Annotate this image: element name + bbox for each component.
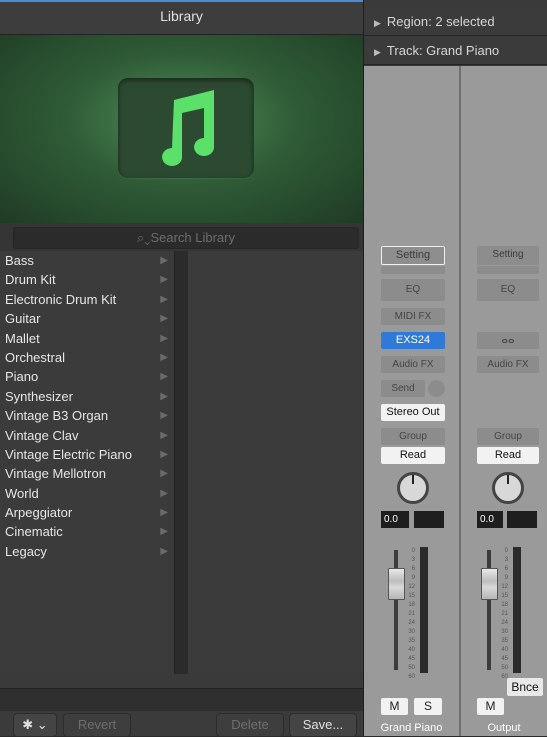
output-slot[interactable]: Stereo Out (381, 404, 445, 421)
level-meter (513, 547, 521, 673)
link-button[interactable]: ⴰⴰ (477, 332, 539, 349)
chevron-right-icon: ▶ (160, 274, 168, 286)
channel-strip-output: Setting EQ ⴰⴰ Audio FX Group Read 0.0 03… (461, 66, 547, 736)
volume-readout[interactable]: 0.0 (381, 511, 409, 528)
group-slot[interactable]: Group (381, 428, 445, 445)
group-slot[interactable]: Group (477, 428, 539, 445)
chevron-right-icon: ▶ (160, 468, 168, 480)
audio-fx-slot[interactable]: Audio FX (477, 356, 539, 373)
list-item[interactable]: Guitar ▶ (0, 309, 174, 328)
chevron-right-icon: ▶ (160, 313, 168, 325)
list-item[interactable]: World ▶ (0, 484, 174, 503)
link-icon: ⴰⴰ (501, 335, 515, 346)
level-scale: 0 3 6 9 12 15 18 21 24 30 35 40 45 50 60 (408, 548, 415, 680)
gear-menu-button[interactable]: ✱ ⌄ (13, 713, 57, 737)
list-item[interactable]: Legacy ▶ (0, 542, 174, 561)
region-inspector-header[interactable]: ▶ Region: 2 selected (364, 8, 547, 36)
list-item[interactable]: Orchestral ▶ (0, 348, 174, 367)
list-item[interactable]: Drum Kit ▶ (0, 270, 174, 289)
channel-strips: Setting EQ MIDI FX EXS24 Audio FX Send S… (364, 66, 547, 736)
delete-button[interactable]: Delete (216, 713, 284, 737)
pan-knob[interactable] (397, 472, 429, 504)
chevron-right-icon: ▶ (160, 371, 168, 383)
setting-button[interactable]: Setting (381, 246, 445, 265)
patch-preview (0, 35, 363, 223)
chevron-right-icon: ▶ (160, 293, 168, 305)
chevron-right-icon: ▶ (160, 410, 168, 422)
send-slot[interactable]: Send (381, 380, 425, 397)
eq-thumbnail[interactable] (381, 266, 445, 274)
disclosure-triangle-icon: ▶ (374, 47, 381, 57)
volume-fader[interactable] (388, 568, 405, 600)
chevron-right-icon: ▶ (160, 351, 168, 363)
library-footer: ✱ ⌄ Revert Delete Save... (0, 711, 363, 737)
mute-button[interactable]: M (381, 698, 408, 715)
automation-mode[interactable]: Read (477, 447, 539, 464)
level-scale: 0 3 6 9 12 15 18 21 24 30 35 40 45 50 60 (501, 548, 508, 680)
eq-button[interactable]: EQ (477, 279, 539, 301)
list-item[interactable]: Cinematic ▶ (0, 522, 174, 541)
eq-thumbnail[interactable] (477, 266, 539, 274)
track-name[interactable]: Output (461, 722, 547, 734)
mute-button[interactable]: M (477, 698, 504, 715)
chevron-right-icon: ▶ (160, 255, 168, 266)
column-divider[interactable] (174, 251, 189, 674)
gear-icon: ✱ ⌄ (22, 717, 48, 732)
revert-button[interactable]: Revert (63, 713, 131, 737)
library-panel: Library ⌕⌄Search Library Bass ▶ Drum Kit ▶… (0, 0, 364, 737)
automation-mode[interactable]: Read (381, 447, 445, 464)
patch-list (188, 251, 363, 674)
midi-fx-slot[interactable]: MIDI FX (381, 308, 445, 325)
music-note-icon (118, 78, 254, 178)
send-knob[interactable] (428, 380, 445, 397)
list-item[interactable]: Piano ▶ (0, 367, 174, 386)
level-meter (420, 547, 428, 673)
eq-button[interactable]: EQ (381, 279, 445, 301)
save-button[interactable]: Save... (289, 713, 357, 737)
audio-fx-slot[interactable]: Audio FX (381, 356, 445, 373)
channel-strip-grand-piano: Setting EQ MIDI FX EXS24 Audio FX Send S… (364, 66, 459, 736)
solo-button[interactable]: S (414, 698, 442, 715)
volume-readout[interactable]: 0.0 (477, 511, 503, 528)
chevron-right-icon: ▶ (160, 448, 168, 460)
instrument-slot[interactable]: EXS24 (381, 332, 445, 349)
volume-fader[interactable] (481, 568, 498, 600)
list-item[interactable]: Vintage B3 Organ ▶ (0, 406, 174, 425)
pan-knob[interactable] (492, 472, 524, 504)
search-icon: ⌕⌄ (137, 230, 151, 245)
chevron-right-icon: ▶ (160, 332, 168, 344)
list-item[interactable]: Vintage Mellotron ▶ (0, 464, 174, 483)
list-item[interactable]: Bass ▶ (0, 251, 174, 270)
peak-readout (414, 511, 444, 528)
search-input[interactable]: ⌕⌄Search Library (13, 227, 359, 249)
chevron-right-icon: ▶ (160, 487, 168, 499)
bounce-button[interactable]: Bnce (507, 678, 543, 696)
setting-button[interactable]: Setting (477, 246, 539, 265)
info-strip (0, 688, 363, 712)
chevron-right-icon: ▶ (160, 429, 168, 441)
chevron-right-icon: ▶ (160, 526, 168, 538)
chevron-right-icon: ▶ (160, 507, 168, 519)
library-title: Library (0, 0, 363, 35)
list-item[interactable]: Synthesizer ▶ (0, 387, 174, 406)
list-item[interactable]: Electronic Drum Kit ▶ (0, 290, 174, 309)
chevron-right-icon: ▶ (160, 390, 168, 402)
peak-readout (507, 511, 537, 528)
category-list: Bass ▶ Drum Kit ▶ Electronic Drum Kit ▶ Gui… (0, 251, 174, 674)
disclosure-triangle-icon: ▶ (374, 18, 381, 28)
track-inspector-header[interactable]: ▶ Track: Grand Piano (364, 37, 547, 65)
list-item[interactable]: Mallet ▶ (0, 329, 174, 348)
list-item[interactable]: Vintage Electric Piano ▶ (0, 445, 174, 464)
chevron-right-icon: ▶ (160, 545, 168, 557)
list-item[interactable]: Vintage Clav ▶ (0, 426, 174, 445)
list-item[interactable]: Arpeggiator ▶ (0, 503, 174, 522)
track-name[interactable]: Grand Piano (364, 722, 459, 734)
